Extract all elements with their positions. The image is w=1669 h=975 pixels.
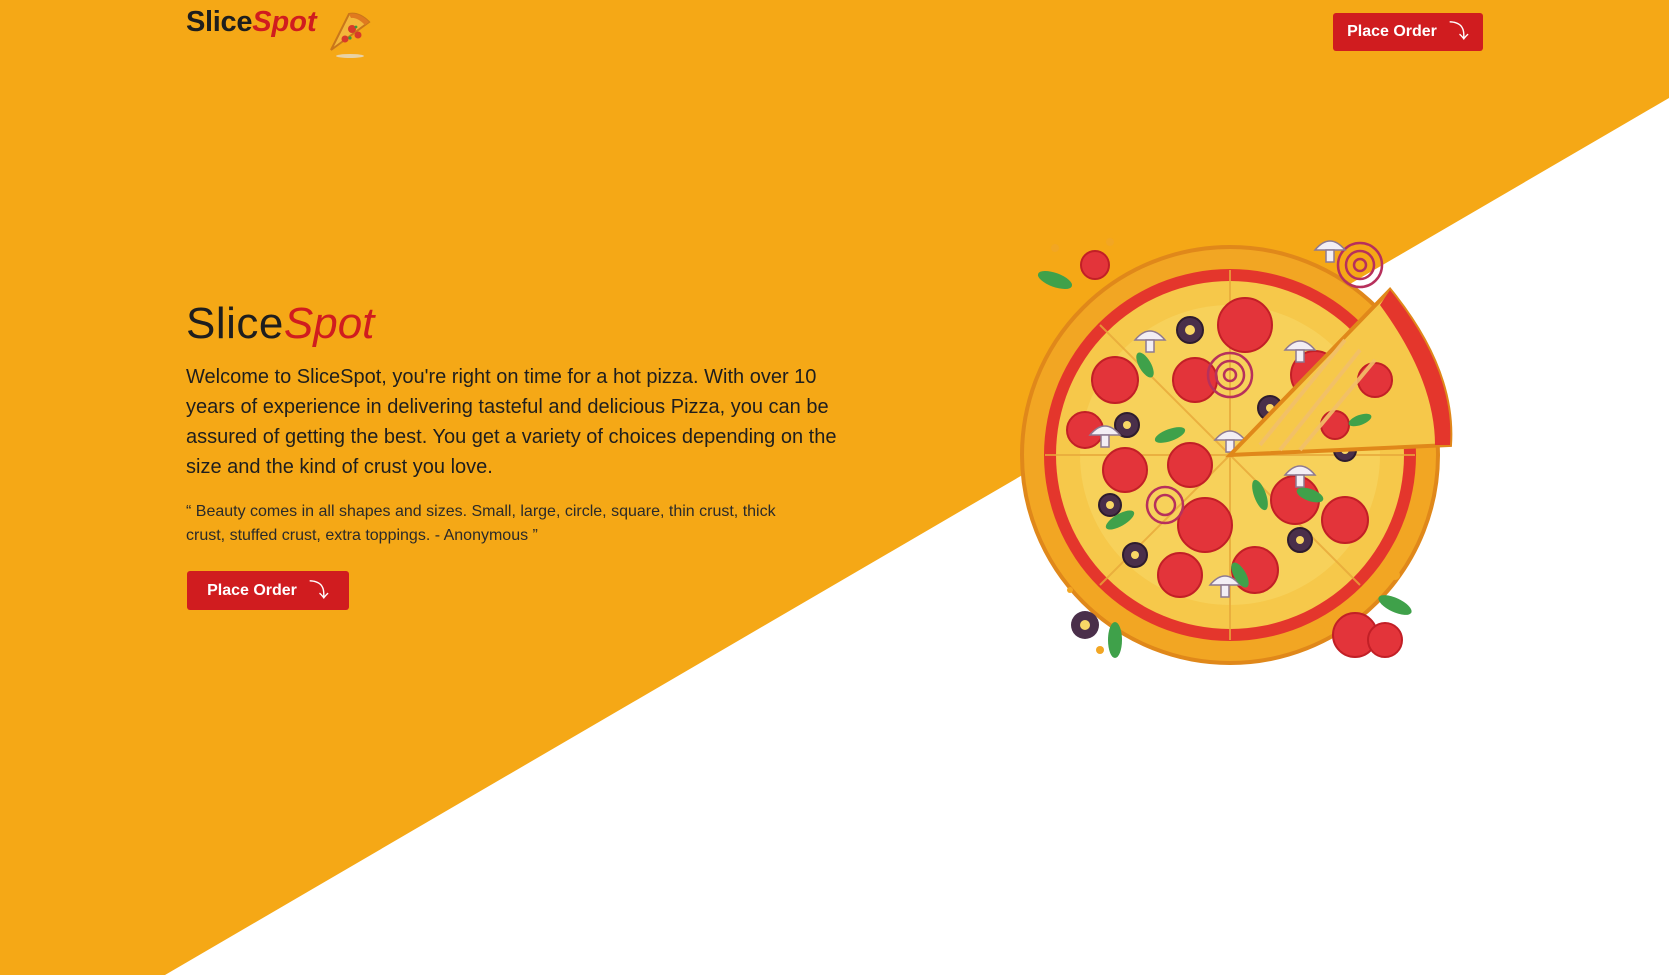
hero-section: SliceSpot Welcome to SliceSpot, you're r… [186, 296, 846, 548]
hero-place-order-label: Place Order [207, 581, 297, 599]
hero-title: SliceSpot [186, 296, 846, 352]
arrow-down-icon: ⤵ [1448, 21, 1469, 43]
hero-place-order-button[interactable]: Place Order ⤵ [187, 571, 349, 610]
nav-place-order-label: Place Order [1347, 23, 1437, 40]
brand-logo[interactable]: Slice Spot [186, 2, 375, 60]
nav-place-order-button[interactable]: Place Order ⤵ [1333, 13, 1483, 51]
logo-text-spot: Spot [252, 6, 317, 38]
hero-description: Welcome to SliceSpot, you're right on ti… [186, 366, 837, 478]
logo-text-slice: Slice [186, 6, 253, 38]
hero-title-slice: Slice [186, 299, 284, 348]
arrow-down-icon: ⤵ [308, 579, 329, 602]
pizza-slice-icon [329, 12, 371, 58]
pizza-illustration [1020, 238, 1453, 665]
hero-title-spot: Spot [283, 299, 375, 348]
top-navbar: Slice Spot Place Order ⤵ [0, 0, 1669, 70]
hero-quote: “ Beauty comes in all shapes and sizes. … [186, 503, 776, 544]
